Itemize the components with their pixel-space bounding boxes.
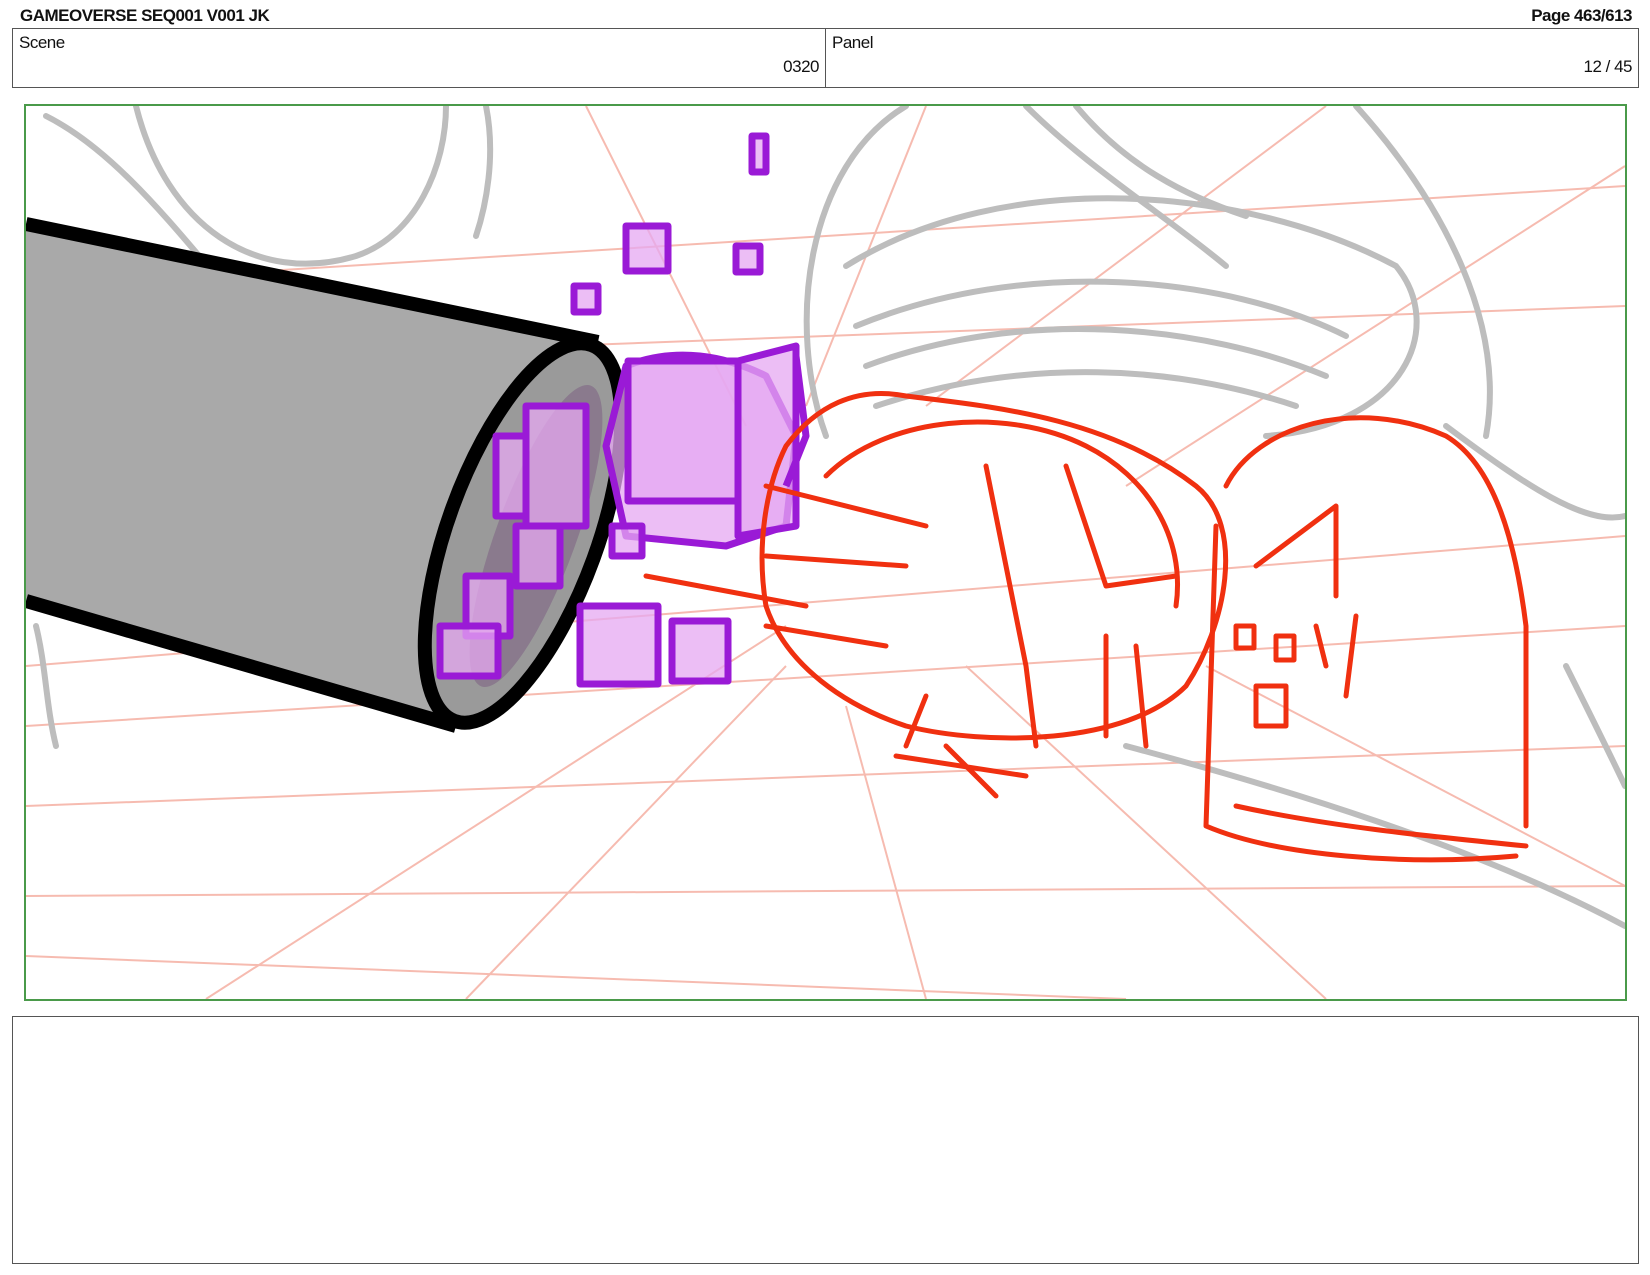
storyboard-panel (24, 104, 1627, 1001)
document-title: GAMEOVERSE SEQ001 V001 JK (20, 6, 270, 25)
panel-label: Panel (832, 33, 873, 52)
panel-number: 12 / 45 (1583, 57, 1633, 76)
shot-info-bar: Scene 0320 Panel 12 / 45 (12, 28, 1639, 88)
scene-label: Scene (19, 33, 65, 52)
scene-cell: Scene 0320 (13, 29, 825, 87)
panel-notes-area (12, 1016, 1639, 1264)
storyboard-sketch (26, 106, 1625, 999)
scene-number: 0320 (783, 57, 819, 76)
panel-cell: Panel 12 / 45 (825, 29, 1638, 87)
page-number: Page 463/613 (1531, 6, 1632, 25)
red-character-sketch (643, 390, 1529, 863)
